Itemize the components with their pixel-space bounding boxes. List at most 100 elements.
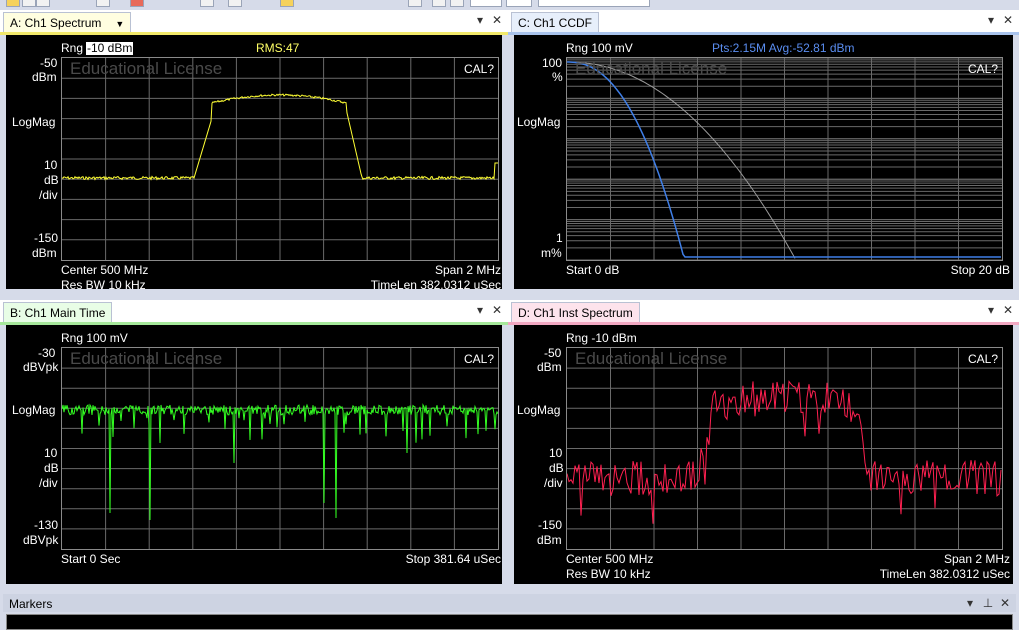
y-bottom-value: -150: [538, 518, 563, 532]
footer-timelen: TimeLen 382.0312 uSec: [370, 278, 501, 290]
markers-close-icon[interactable]: ✕: [999, 596, 1011, 610]
tab-dropdown-icon[interactable]: ▼: [115, 19, 124, 29]
watermark: Educational License: [575, 59, 728, 78]
tab-d-label: D: Ch1 Inst Spectrum: [518, 306, 633, 320]
toolbar-button-5[interactable]: [200, 0, 214, 7]
pane-b-menu-icon[interactable]: ▾: [474, 303, 486, 317]
cal-indicator: CAL?: [463, 352, 494, 366]
footer-res-bw: Res BW 10 kHz: [61, 278, 146, 290]
y-div-suffix: /div: [544, 476, 563, 490]
footer-timelen: TimeLen 382.0312 uSec: [879, 567, 1010, 581]
y-top-unit: %: [552, 70, 563, 84]
y-mode-label[interactable]: LogMag: [517, 404, 560, 417]
range-value-input[interactable]: -10 dBm: [86, 42, 134, 55]
range-readout[interactable]: Rng 100 mV: [566, 42, 633, 55]
toolbar-button-2[interactable]: [22, 0, 36, 7]
y-mode-label[interactable]: LogMag: [517, 116, 560, 129]
plot-area-a[interactable]: Educational License CAL?: [61, 57, 499, 261]
tab-b-label: B: Ch1 Main Time: [10, 306, 106, 320]
tab-a-spectrum[interactable]: A: Ch1 Spectrum ▼: [3, 12, 132, 32]
watermark: Educational License: [70, 349, 223, 368]
toolbar-combo-1[interactable]: [470, 0, 502, 7]
display-b: Rng 100 mV -30 dBVpk LogMag 10 dB /div -…: [6, 325, 502, 584]
toolbar-button-6[interactable]: [228, 0, 242, 7]
pane-d-close-icon[interactable]: ✕: [1002, 303, 1014, 317]
y-div-suffix: /div: [39, 188, 58, 202]
pane-b-close-icon[interactable]: ✕: [491, 303, 503, 317]
tab-d-inst-spectrum[interactable]: D: Ch1 Inst Spectrum: [511, 302, 640, 322]
y-div-value: 10: [44, 158, 58, 172]
cal-indicator: CAL?: [463, 62, 494, 76]
display-c: Rng 100 mV Pts:2.15M Avg:-52.81 dBm 100 …: [514, 35, 1013, 289]
y-top-value: -50: [40, 56, 58, 70]
y-bottom-value: -150: [34, 231, 59, 245]
pane-a-menu-icon[interactable]: ▾: [474, 13, 486, 27]
y-top-value: -30: [38, 346, 56, 360]
toolbar-button-4[interactable]: [96, 0, 110, 7]
pane-c-close-icon[interactable]: ✕: [1002, 13, 1014, 27]
display-a: Rng -10 dBm RMS:47 -50 dBm LogMag 10 dB …: [6, 35, 502, 289]
y-div-unit: dB: [44, 173, 59, 187]
pane-d-header: D: Ch1 Inst Spectrum ▾ ✕: [508, 300, 1019, 322]
y-bottom-unit: dBm: [32, 246, 57, 260]
watermark: Educational License: [70, 59, 223, 78]
tab-c-label: C: Ch1 CCDF: [518, 16, 593, 30]
plot-area-d[interactable]: Educational License CAL?: [566, 347, 1003, 550]
range-label: Rng: [61, 41, 84, 55]
pane-a-header: A: Ch1 Spectrum ▼ ▾ ✕: [0, 10, 508, 32]
plot-area-c[interactable]: Educational License CAL?: [566, 57, 1003, 261]
y-bottom-unit: m%: [541, 246, 562, 260]
plot-area-b[interactable]: Educational License CAL?: [61, 347, 499, 550]
range-readout[interactable]: Rng -10 dBm: [566, 332, 637, 345]
markers-pin-icon[interactable]: ⊥: [982, 596, 994, 610]
pane-b-header: B: Ch1 Main Time ▾ ✕: [0, 300, 508, 322]
footer-span: Span 2 MHz: [434, 263, 501, 277]
toolbar-button-9[interactable]: [432, 0, 446, 7]
ccdf-stats-readout: Pts:2.15M Avg:-52.81 dBm: [712, 41, 855, 55]
y-div-suffix: /div: [39, 476, 58, 490]
y-top-unit: dBm: [32, 70, 57, 84]
markers-title: Markers: [9, 597, 53, 611]
toolbar-button-10[interactable]: [450, 0, 464, 7]
footer-span: Span 2 MHz: [943, 552, 1010, 566]
pane-d-inst-spectrum: D: Ch1 Inst Spectrum ▾ ✕ Rng -10 dBm -50…: [508, 300, 1019, 590]
range-readout[interactable]: Rng 100 mV: [61, 332, 128, 345]
footer-stop: Stop 20 dB: [950, 263, 1010, 277]
color-scheme-combo[interactable]: [538, 0, 650, 7]
y-top-value: 100: [542, 56, 563, 70]
pane-a-spectrum: A: Ch1 Spectrum ▼ ▾ ✕ Rng -10 dBm RMS:47 …: [0, 10, 508, 295]
y-div-unit: dB: [44, 461, 59, 475]
footer-res-bw: Res BW 10 kHz: [566, 567, 651, 581]
footer-start: Start 0 Sec: [61, 552, 121, 566]
y-mode-label[interactable]: LogMag: [12, 116, 55, 129]
footer-stop: Stop 381.64 uSec: [405, 552, 501, 566]
markers-table[interactable]: [6, 614, 1013, 630]
y-div-unit: dB: [549, 461, 564, 475]
toolbar-button-8[interactable]: [408, 0, 422, 7]
run-button[interactable]: [6, 0, 20, 7]
y-mode-label[interactable]: LogMag: [12, 404, 55, 417]
cal-indicator: CAL?: [967, 62, 998, 76]
pane-b-main-time: B: Ch1 Main Time ▾ ✕ Rng 100 mV -30 dBVp…: [0, 300, 508, 590]
pane-d-menu-icon[interactable]: ▾: [985, 303, 997, 317]
y-bottom-unit: dBVpk: [23, 533, 59, 547]
markers-pane: Markers ▾ ⊥ ✕: [0, 592, 1019, 630]
toolbar-combo-2[interactable]: [506, 0, 532, 7]
toolbar-button-7[interactable]: [280, 0, 294, 7]
markers-menu-icon[interactable]: ▾: [964, 596, 976, 610]
rms-readout: RMS:47: [256, 41, 300, 55]
watermark: Educational License: [575, 349, 728, 368]
pane-c-header: C: Ch1 CCDF ▾ ✕: [508, 10, 1019, 32]
record-button[interactable]: [130, 0, 144, 7]
y-div-value: 10: [549, 446, 563, 460]
pane-c-menu-icon[interactable]: ▾: [985, 13, 997, 27]
toolbar-strip: [0, 0, 1019, 8]
tab-c-ccdf[interactable]: C: Ch1 CCDF: [511, 12, 600, 32]
toolbar-button-3[interactable]: [36, 0, 50, 7]
trace-d-svg: [567, 348, 1002, 549]
y-bottom-value: -130: [34, 518, 59, 532]
pane-a-close-icon[interactable]: ✕: [491, 13, 503, 27]
footer-center: Center 500 MHz: [61, 263, 149, 277]
trace-c-svg: [567, 58, 1002, 260]
tab-b-main-time[interactable]: B: Ch1 Main Time: [3, 302, 113, 322]
